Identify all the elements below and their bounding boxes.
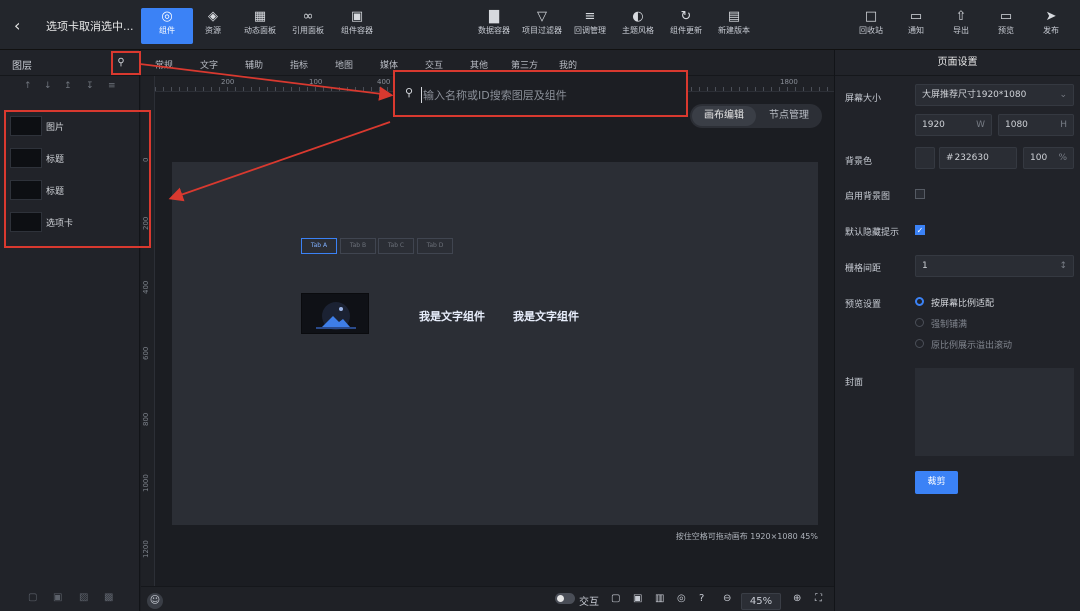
chart-icon: ▇ [489,9,499,24]
hide-icon[interactable]: ▨ [79,592,88,603]
image-widget[interactable] [301,293,369,334]
tool-container-button[interactable]: ▣ 组件容器 [331,8,383,44]
search-placeholder: 输入名称或ID搜索图层及组件 [421,87,567,103]
height-input[interactable]: 1080 H [998,114,1074,136]
sliders-icon: ≡ [584,9,596,24]
settings-title: 页面设置 [835,50,1080,76]
layer-panel-title: 图层 [12,61,32,72]
tool-callback-button[interactable]: ≡ 回调管理 [564,8,616,44]
canvas-tab[interactable]: Tab A [301,238,337,254]
version-icon: ▤ [727,9,741,24]
layout-icon[interactable]: ▢ [611,593,620,604]
link-icon: ∞ [302,9,314,24]
highlight-box [111,51,141,75]
canvas-edit-tab[interactable]: 画布编辑 [692,106,756,126]
user-avatar-icon[interactable]: ☺ [147,593,163,609]
layer-search-input[interactable]: ⚲ 输入名称或ID搜索图层及组件 [393,70,688,117]
tool-dynamic-panel-button[interactable]: ▦ 动态面板 [234,8,286,44]
bg-image-checkbox[interactable] [915,189,925,199]
bg-opacity-input[interactable]: 100% [1023,147,1074,169]
component-icon: ◎ [161,9,173,24]
chevron-down-icon: ⌄ [1059,90,1067,100]
panel-icon[interactable]: ▥ [655,593,664,604]
move-up-icon[interactable]: ↑ [24,81,32,91]
canvas-hint: 按住空格可拖动画布 1920×1080 45% [675,532,818,541]
design-canvas[interactable]: Tab A Tab B Tab C Tab D 我是文字组件 我是文字组件 [172,162,818,525]
layers-icon: ◈ [208,9,218,24]
tool-theme-button[interactable]: ◐ 主题风格 [612,8,664,44]
canvas-tab[interactable]: Tab C [378,238,414,254]
color-swatch[interactable] [915,147,935,169]
tool-version-button[interactable]: ▤ 新建版本 [708,8,760,44]
bg-color-input[interactable]: # 232630 [939,147,1017,169]
document-title: 选项卡取消选中... [46,20,134,33]
category-tab[interactable]: 文字 [200,58,218,71]
highlight-box [4,110,151,248]
tool-resources-button[interactable]: ◈ 资源 [187,8,239,44]
canvas-tab[interactable]: Tab B [340,238,376,254]
help-icon[interactable]: ? [699,593,704,604]
mode-switch: 画布编辑 节点管理 [690,104,822,128]
layer-toolbar: ↑ ↓ ↥ ↧ ≡ [0,76,139,98]
category-tab[interactable]: 常规 [155,58,173,71]
layer-panel-footer: ▢ ▣ ▨ ▩ [0,587,140,611]
status-bar: ☺ 交互 ▢ ▣ ▥ ◎ ? ⊖ 45% ⊕ ⛶ [141,586,834,611]
tool-components-button[interactable]: ◎ 组件 [141,8,193,44]
move-down-icon[interactable]: ↓ [44,81,52,91]
group-icon[interactable]: ▢ [28,592,37,603]
tool-ref-panel-button[interactable]: ∞ 引用面板 [282,8,334,44]
hide-tips-checkbox[interactable]: ✓ [915,225,925,235]
search-icon: ⚲ [405,86,414,99]
preview-option-radio[interactable] [915,318,924,327]
page-settings-panel: 页面设置 屏幕大小 大屏推荐尺寸1920*1080 ⌄ 1920 W 1080 H 背… [834,50,1080,611]
zoom-in-icon[interactable]: ⊕ [793,593,801,604]
lock-icon[interactable]: ▣ [53,592,62,603]
text-widget[interactable]: 我是文字组件 [513,308,579,324]
fit-screen-icon[interactable]: ⛶ [815,593,822,604]
move-top-icon[interactable]: ↥ [64,81,72,91]
mountain-image-icon [316,302,356,330]
width-input[interactable]: 1920 W [915,114,992,136]
crop-button[interactable]: 裁剪 [915,471,958,494]
interaction-toggle[interactable] [555,593,575,604]
panel-icon: ▦ [253,9,267,24]
gamepad-icon[interactable]: ◎ [677,593,686,604]
grid-spacing-input[interactable]: 1 ↕ [915,255,1074,277]
zoom-out-icon[interactable]: ⊖ [723,593,731,604]
toggle-label: 交互 [579,597,599,608]
top-toolbar: ‹ 选项卡取消选中... ◎ 组件 ◈ 资源 ▦ 动态面板 ∞ 引用面板 ▣ 组件容器 ▇… [0,0,1080,50]
screen-size-select[interactable]: 大屏推荐尺寸1920*1080 ⌄ [915,84,1074,106]
tool-update-button[interactable]: ↻ 组件更新 [660,8,712,44]
tool-data-container-button[interactable]: ▇ 数据容器 [468,8,520,44]
tool-filter-button[interactable]: ▽ 项目过滤器 [516,8,568,44]
stepper-icon: ↕ [1059,261,1067,271]
refresh-icon: ↻ [680,9,692,24]
theme-icon: ◐ [632,9,644,24]
zoom-level[interactable]: 45% [741,593,781,610]
cover-image-upload[interactable] [915,368,1074,456]
delete-icon[interactable]: ▩ [104,592,113,603]
preview-option-radio[interactable] [915,339,924,348]
category-tab[interactable]: 指标 [290,58,308,71]
category-tab[interactable]: 地图 [335,58,353,71]
send-icon: ➤ [1045,9,1057,24]
text-widget[interactable]: 我是文字组件 [419,308,485,324]
workspace[interactable]: 画布编辑 节点管理 Tab A Tab B Tab C Tab D 我是文字组件… [155,92,834,586]
canvas-tab[interactable]: Tab D [417,238,453,254]
preview-option-radio[interactable] [915,297,924,306]
align-icon[interactable]: ≡ [108,81,116,91]
category-tab[interactable]: 辅助 [245,58,263,71]
screen-icon[interactable]: ▣ [633,593,642,604]
move-bottom-icon[interactable]: ↧ [86,81,94,91]
tool-publish-button[interactable]: ➤ 发布 [1025,8,1077,44]
chevron-left-icon[interactable]: ‹ [14,16,30,35]
container-icon: ▣ [350,9,364,24]
filter-icon: ▽ [537,9,547,24]
node-manage-tab[interactable]: 节点管理 [758,104,820,128]
